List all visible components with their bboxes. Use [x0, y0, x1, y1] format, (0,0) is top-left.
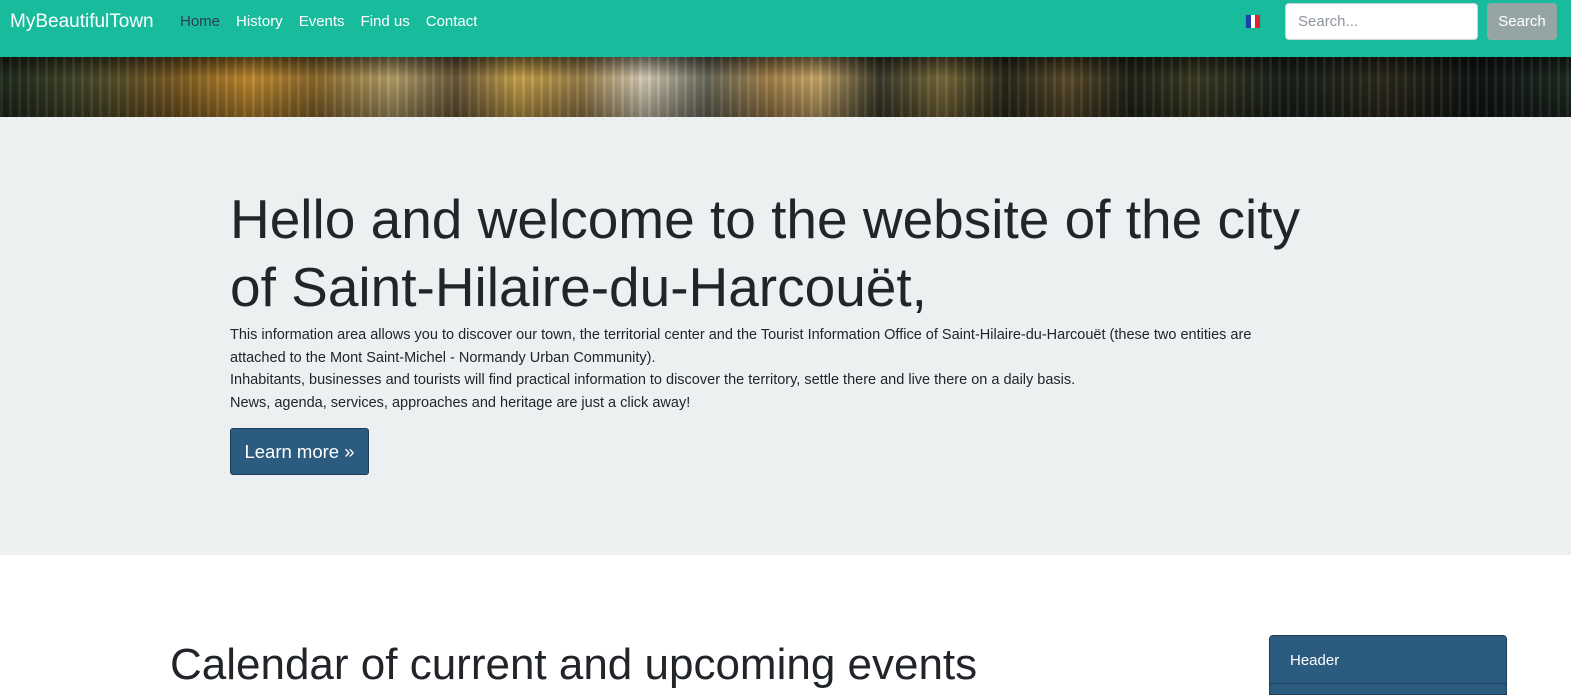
sidebar-card-divider	[1270, 683, 1506, 684]
learn-more-button[interactable]: Learn more »	[230, 428, 369, 475]
nav-link-contact[interactable]: Contact	[426, 13, 478, 30]
nav-links: Home History Events Find us Contact	[180, 13, 493, 30]
brand-logo-link[interactable]: MyBeautifulTown	[10, 11, 154, 33]
intro-paragraph-2: Inhabitants, businesses and tourists wil…	[230, 372, 1076, 388]
intro-text: This information area allows you to disc…	[230, 324, 1310, 414]
search-button[interactable]: Search	[1487, 3, 1557, 40]
navbar: MyBeautifulTown Home History Events Find…	[0, 0, 1571, 57]
nav-link-history[interactable]: History	[236, 13, 283, 30]
intro-paragraph-1: This information area allows you to disc…	[230, 327, 1252, 366]
nav-link-home[interactable]: Home	[180, 13, 220, 30]
nav-link-events[interactable]: Events	[299, 13, 345, 30]
sidebar-card: Header	[1269, 635, 1507, 695]
nav-link-find-us[interactable]: Find us	[361, 13, 410, 30]
jumbotron: Hello and welcome to the website of the …	[0, 117, 1571, 555]
calendar-heading: Calendar of current and upcoming events	[170, 640, 978, 689]
banner-image	[0, 57, 1571, 117]
sidebar-card-header: Header	[1290, 652, 1340, 669]
banner-texture	[0, 57, 1571, 117]
search-input[interactable]	[1285, 3, 1478, 40]
welcome-heading: Hello and welcome to the website of the …	[230, 188, 1301, 318]
intro-paragraph-3: News, agenda, services, approaches and h…	[230, 394, 691, 411]
french-flag-icon[interactable]	[1246, 15, 1261, 28]
